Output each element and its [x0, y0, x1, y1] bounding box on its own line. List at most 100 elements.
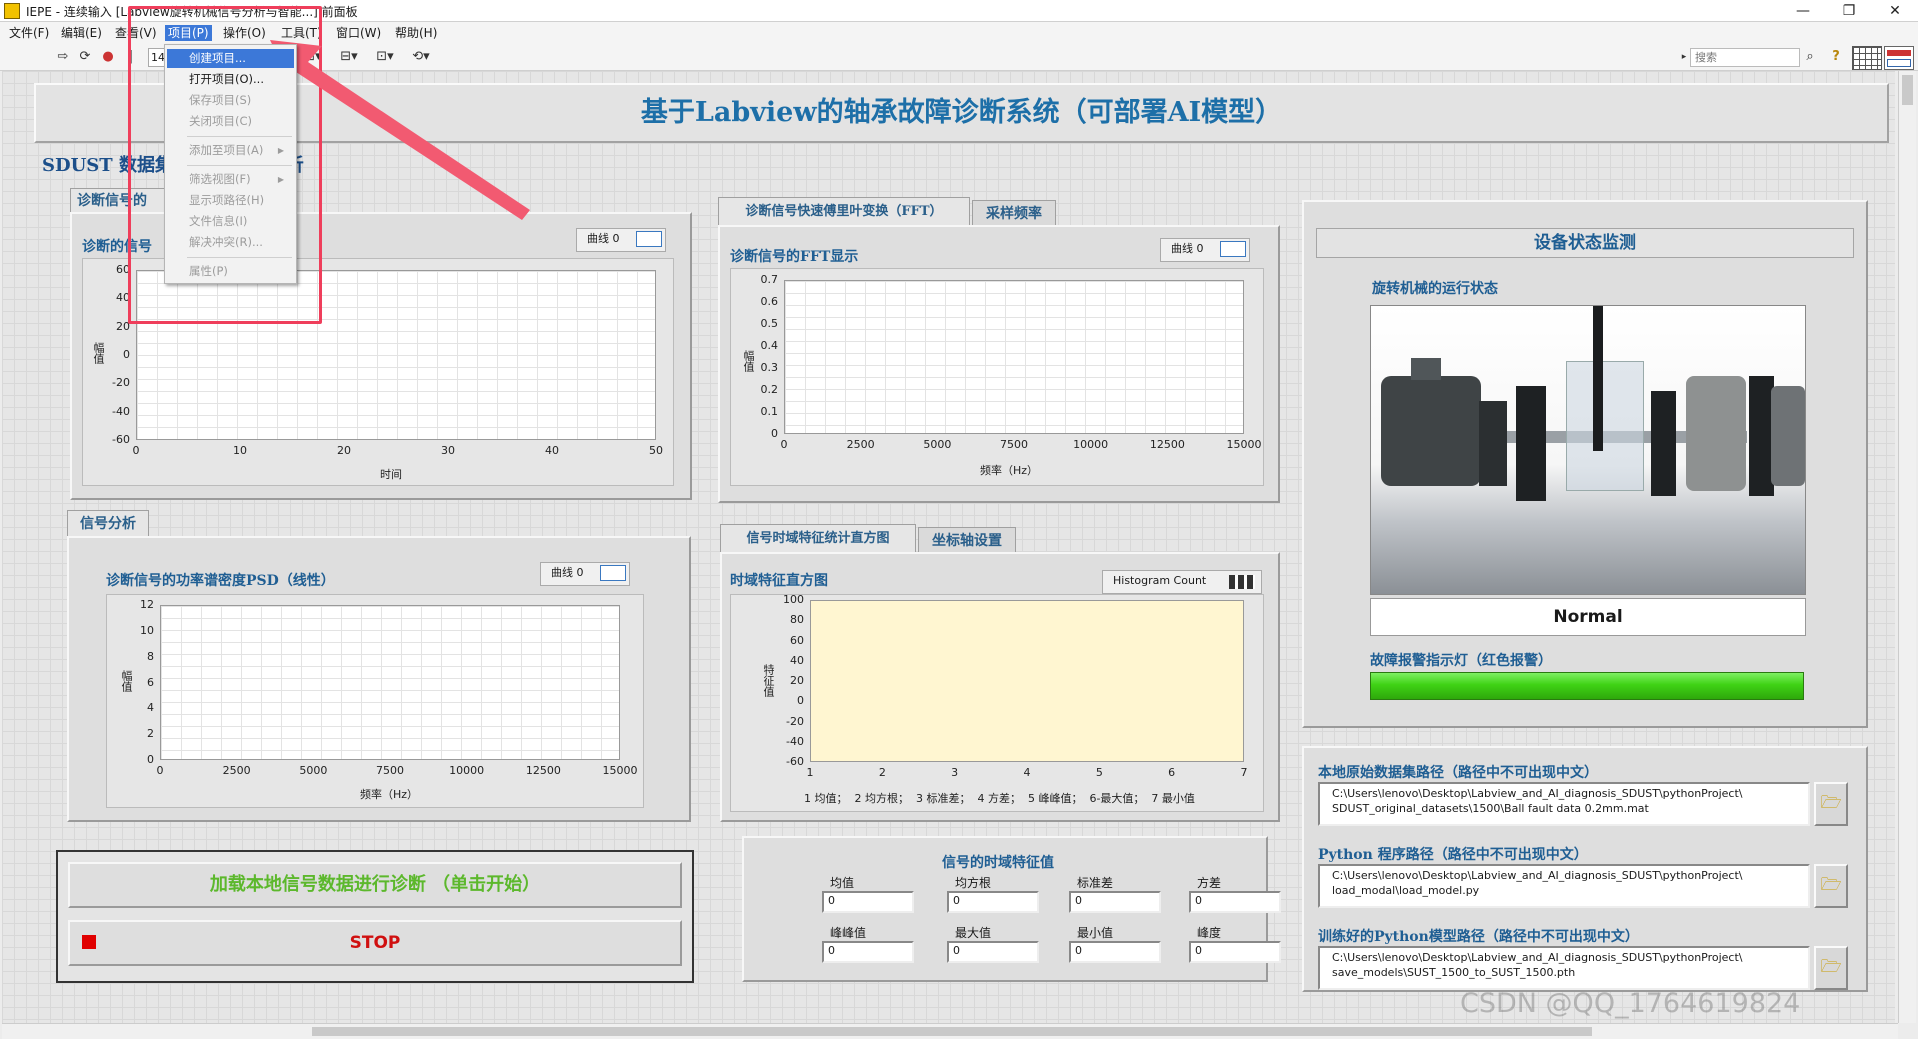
feature-label-1: 均方根 [955, 876, 992, 890]
tab-axis-settings[interactable]: 坐标轴设置 [918, 527, 1016, 554]
vertical-scroll-thumb[interactable] [1902, 75, 1913, 105]
psd-x-tick: 7500 [376, 764, 404, 777]
tab-sampling-rate[interactable]: 采样频率 [972, 200, 1056, 227]
time-x-tick: 0 [132, 444, 140, 457]
connector-pane-icon[interactable] [1852, 46, 1882, 70]
brake-unit [1686, 376, 1746, 491]
menu-edit[interactable]: 编辑(E) [58, 25, 105, 41]
psd-chart-plot-area[interactable] [160, 605, 620, 760]
vertical-rod [1593, 306, 1603, 451]
path-label-0: 本地原始数据集路径（路径中不可出现中文） [1318, 765, 1598, 781]
menu-separator [187, 257, 292, 258]
time-x-tick: 50 [649, 444, 663, 457]
stop-square-icon [82, 935, 96, 949]
maximize-icon[interactable]: ❐ [1826, 0, 1872, 22]
feature-value-0[interactable]: 0 [822, 891, 914, 913]
bearing-support-1 [1516, 386, 1546, 501]
histogram-legend[interactable]: Histogram Count [1102, 570, 1262, 594]
fft-y-tick: 0.6 [760, 295, 779, 308]
fft-legend-label: 曲线 0 [1171, 242, 1204, 255]
hist-y-tick: 100 [783, 593, 804, 606]
path-field-2[interactable]: C:\Users\lenovo\Desktop\Labview_and_AI_d… [1318, 946, 1810, 990]
close-icon[interactable]: ✕ [1872, 0, 1918, 22]
psd-chart-xlabel: 频率（Hz） [360, 788, 419, 801]
histogram-plot-area[interactable] [810, 600, 1244, 762]
tab-histogram[interactable]: 信号时域特征统计直方图 [720, 524, 916, 554]
psd-y-tick: 8 [147, 649, 154, 663]
vi-icon-logo-band [1887, 50, 1911, 56]
path-field-1[interactable]: C:\Users\lenovo\Desktop\Labview_and_AI_d… [1318, 864, 1810, 908]
folder-browse-button-1[interactable]: 🗁 [1814, 864, 1848, 908]
psd-y-tick: 2 [147, 727, 154, 741]
tab-fft[interactable]: 诊断信号快速傅里叶变换（FFT） [718, 197, 970, 227]
feature-value-1[interactable]: 0 [947, 891, 1039, 913]
feature-value-2[interactable]: 0 [1069, 891, 1161, 913]
menu-help[interactable]: 帮助(H) [392, 25, 440, 41]
menu-item-label: 显示项路径(H) [189, 193, 265, 207]
feature-value-6[interactable]: 0 [1069, 941, 1161, 963]
path-field-0[interactable]: C:\Users\lenovo\Desktop\Labview_and_AI_d… [1318, 782, 1810, 826]
stop-button[interactable]: STOP [68, 920, 682, 966]
histogram-category-names: 1 均值； 2 均方根； 3 标准差； 4 方差； 5 峰峰值； 6-最大值； … [804, 792, 1195, 805]
hist-y-tick: -20 [786, 714, 804, 728]
feature-label-4: 峰峰值 [830, 926, 867, 940]
psd-chart-title: 诊断信号的功率谱密度PSD（线性） [106, 573, 335, 589]
psd-chart-legend[interactable]: 曲线 0 [540, 562, 630, 586]
hist-x-tick: 6 [1168, 766, 1176, 779]
feature-value-5[interactable]: 0 [947, 941, 1039, 963]
folder-icon: 🗁 [1820, 875, 1842, 895]
vi-icon-logo-box [1887, 59, 1911, 67]
help-icon[interactable]: ? [1828, 49, 1844, 65]
menu-item-label: 解决冲突(R)... [189, 235, 263, 249]
psd-chart-ylabel: 幅值 [120, 670, 133, 692]
folder-browse-button-0[interactable]: 🗁 [1814, 782, 1848, 826]
feature-value-7[interactable]: 0 [1189, 941, 1281, 963]
horizontal-scroll-thumb[interactable] [312, 1027, 1592, 1036]
tab-signal-analysis[interactable]: 信号分析 [67, 510, 149, 538]
menu-window[interactable]: 窗口(W) [333, 25, 384, 41]
histogram-ylabel: 特征值 [762, 664, 775, 697]
fft-chart-legend[interactable]: 曲线 0 [1160, 238, 1250, 262]
hist-x-tick: 7 [1240, 766, 1248, 779]
menu-item-1[interactable]: 打开项目(O)... [167, 70, 294, 89]
fft-chart-plot-area[interactable] [784, 280, 1244, 434]
path-line2-2: save_models\SUST_1500_to_SUST_1500.pth [1332, 966, 1576, 979]
vertical-scrollbar[interactable] [1898, 71, 1916, 1023]
stop-button-label: STOP [349, 933, 401, 953]
histogram-legend-label: Histogram Count [1113, 574, 1207, 587]
fft-x-tick: 5000 [923, 438, 952, 451]
menu-item-label: 创建项目... [189, 51, 246, 65]
time-chart-legend[interactable]: 曲线 0 [576, 228, 666, 252]
folder-browse-button-2[interactable]: 🗁 [1814, 946, 1848, 990]
hist-x-tick: 5 [1095, 766, 1103, 779]
feature-label-0: 均值 [830, 876, 855, 890]
horizontal-scrollbar[interactable] [2, 1023, 1898, 1039]
fft-chart-ylabel: 幅值 [742, 350, 755, 372]
abort-icon[interactable]: ● [100, 49, 116, 65]
run-continuous-icon[interactable]: ⟳ [77, 49, 93, 65]
menu-separator [187, 165, 292, 166]
time-x-tick: 10 [233, 444, 247, 457]
project-menu-dropdown: 创建项目... 打开项目(O)... 保存项目(S) 关闭项目(C) 添加至项目(A) ▶… [164, 44, 297, 284]
load-diagnose-button[interactable]: 加载本地信号数据进行诊断 （单击开始） [68, 862, 682, 908]
monitor-title: 设备状态监测 [1534, 233, 1636, 253]
feature-label-5: 最大值 [955, 926, 992, 940]
psd-x-tick: 2500 [222, 764, 251, 777]
hist-x-tick: 4 [1023, 766, 1031, 779]
search-icon[interactable]: ⌕ [1802, 49, 1818, 65]
minimize-icon[interactable]: — [1780, 0, 1826, 22]
monitor-subtitle: 旋转机械的运行状态 [1372, 281, 1498, 297]
menu-item-7: 文件信息(I) [167, 212, 294, 231]
feature-value-4[interactable]: 0 [822, 941, 914, 963]
hist-y-tick: 80 [790, 613, 804, 627]
menu-item-0[interactable]: 创建项目... [167, 49, 294, 68]
menu-item-label: 属性(P) [189, 264, 228, 278]
psd-legend-label: 曲线 0 [551, 566, 584, 579]
search-input[interactable]: 搜索 [1690, 48, 1800, 67]
feature-value-3[interactable]: 0 [1189, 891, 1281, 913]
menu-file[interactable]: 文件(F) [6, 25, 52, 41]
run-arrow-icon[interactable]: ⇨ [55, 49, 71, 65]
time-x-tick: 40 [545, 444, 559, 457]
vi-icon[interactable] [1884, 46, 1914, 70]
folder-icon: 🗁 [1820, 793, 1842, 813]
